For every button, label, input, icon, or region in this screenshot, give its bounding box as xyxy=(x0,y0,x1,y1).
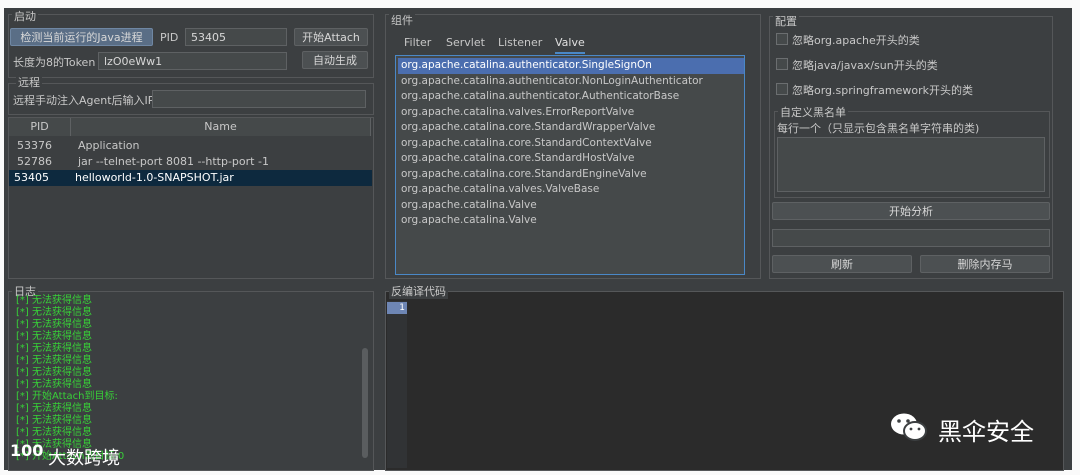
row-name: helloworld-1.0-SNAPSHOT.jar xyxy=(75,171,234,184)
line-gutter xyxy=(387,301,407,468)
table-row[interactable]: 53376 Application xyxy=(12,138,372,154)
list-item[interactable]: org.apache.catalina.authenticator.NonLog… xyxy=(398,74,744,90)
log-line: [*] 无法获得信息 xyxy=(16,331,92,342)
token-label: 长度为8的Token xyxy=(13,56,96,69)
column-header-name[interactable]: Name xyxy=(71,118,371,136)
column-header-pid[interactable]: PID xyxy=(9,118,71,136)
row-pid: 52786 xyxy=(17,155,52,168)
pid-field[interactable]: 53405 xyxy=(185,28,287,46)
log-line: [*] 无法获得信息 xyxy=(16,367,92,378)
logo-100-icon: 100 xyxy=(10,438,46,462)
detect-java-button[interactable]: 检测当前运行的Java进程 xyxy=(10,28,153,46)
list-item[interactable]: org.apache.catalina.authenticator.Single… xyxy=(398,58,744,74)
line-number: 1 xyxy=(387,302,407,314)
config-title: 配置 xyxy=(773,13,799,29)
list-item[interactable]: org.apache.catalina.valves.ErrorReportVa… xyxy=(398,105,744,121)
ignore-spring-label: 忽略org.springframework开头的类 xyxy=(792,84,974,97)
watermark-right: 黑伞安全 xyxy=(938,418,1034,446)
wechat-icon xyxy=(889,410,929,444)
log-line: [*] 无法获得信息 xyxy=(16,355,92,366)
watermark-left: 大数跨境 xyxy=(48,448,120,469)
component-list[interactable]: org.apache.catalina.authenticator.Single… xyxy=(395,55,745,275)
list-item[interactable]: org.apache.catalina.valves.ValveBase xyxy=(398,182,744,198)
list-item[interactable]: org.apache.catalina.authenticator.Authen… xyxy=(398,89,744,105)
list-item[interactable]: org.apache.catalina.core.StandardHostVal… xyxy=(398,151,744,167)
log-line: [*] 无法获得信息 xyxy=(16,319,92,330)
remote-ip-label: 远程手动注入Agent后输入IP xyxy=(13,94,155,107)
list-item[interactable]: org.apache.catalina.core.StandardEngineV… xyxy=(398,167,744,183)
ignore-java-label: 忽略java/javax/sun开头的类 xyxy=(792,59,938,72)
list-item[interactable]: org.apache.catalina.core.StandardContext… xyxy=(398,136,744,152)
log-line: [*] 开始Attach到目标: xyxy=(16,391,118,402)
log-scrollbar[interactable] xyxy=(362,348,368,458)
tab-listener[interactable]: Listener xyxy=(498,36,542,49)
row-name: Application xyxy=(78,139,140,152)
log-line: [*] 无法获得信息 xyxy=(16,307,92,318)
start-attach-button[interactable]: 开始Attach xyxy=(294,28,368,46)
analysis-output-field[interactable] xyxy=(772,229,1050,247)
blacklist-title: 自定义黑名单 xyxy=(778,104,848,120)
tab-filter[interactable]: Filter xyxy=(404,36,431,49)
app-window: 启动 检测当前运行的Java进程 PID 53405 开始Attach 长度为8… xyxy=(4,8,1072,471)
delete-memshell-button[interactable]: 删除内存马 xyxy=(920,255,1050,273)
log-line: [*] 无法获得信息 xyxy=(16,343,92,354)
components-title: 组件 xyxy=(389,12,415,28)
start-analysis-button[interactable]: 开始分析 xyxy=(772,202,1050,220)
log-line: [*] 无法获得信息 xyxy=(16,295,92,306)
ignore-spring-checkbox[interactable] xyxy=(776,83,788,95)
ignore-apache-label: 忽略org.apache开头的类 xyxy=(792,34,920,47)
table-row-selected[interactable]: 53405 helloworld-1.0-SNAPSHOT.jar xyxy=(9,170,372,186)
remote-title: 远程 xyxy=(16,74,42,90)
tab-servlet[interactable]: Servlet xyxy=(446,36,485,49)
list-item[interactable]: org.apache.catalina.core.StandardWrapper… xyxy=(398,120,744,136)
svg-text:100: 100 xyxy=(10,441,43,460)
refresh-button[interactable]: 刷新 xyxy=(772,255,912,273)
remote-ip-field[interactable] xyxy=(152,90,366,108)
row-pid: 53405 xyxy=(14,171,49,184)
ignore-apache-checkbox[interactable] xyxy=(776,33,788,45)
ignore-java-checkbox[interactable] xyxy=(776,58,788,70)
launch-title: 启动 xyxy=(12,8,38,24)
row-pid: 53376 xyxy=(17,139,52,152)
log-line: [*] 无法获得信息 xyxy=(16,403,92,414)
tab-valve[interactable]: Valve xyxy=(555,36,585,54)
row-name: jar --telnet-port 8081 --http-port -1 xyxy=(78,155,269,168)
pid-label: PID xyxy=(160,31,179,44)
log-line: [*] 无法获得信息 xyxy=(16,415,92,426)
table-row[interactable]: 52786 jar --telnet-port 8081 --http-port… xyxy=(12,154,372,170)
auto-generate-button[interactable]: 自动生成 xyxy=(302,51,368,69)
decompile-title: 反编译代码 xyxy=(389,283,448,299)
token-field[interactable]: lzO0eWw1 xyxy=(98,52,287,70)
list-item[interactable]: org.apache.catalina.Valve xyxy=(398,213,744,229)
log-line: [*] 无法获得信息 xyxy=(16,379,92,390)
list-item[interactable]: org.apache.catalina.Valve xyxy=(398,198,744,214)
blacklist-hint: 每行一个（只显示包含黑名单字符串的类) xyxy=(777,122,980,135)
blacklist-textarea[interactable] xyxy=(777,137,1045,192)
